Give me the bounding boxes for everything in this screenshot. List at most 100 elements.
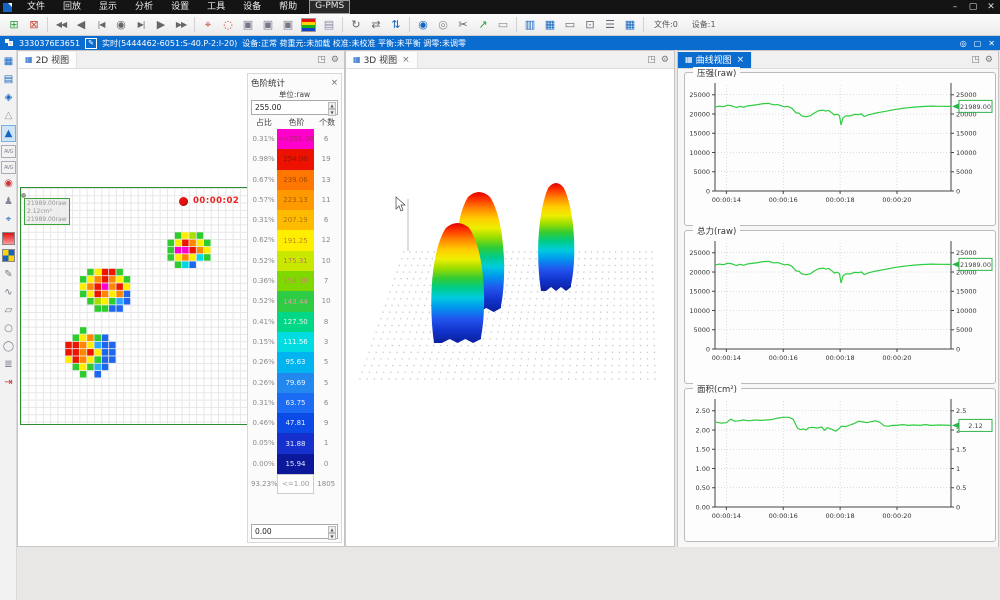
clipboard-icon[interactable]: ▤ <box>319 16 339 34</box>
scissors-icon[interactable]: ✂ <box>453 16 473 34</box>
level-color-cell: 143.44 <box>277 291 315 311</box>
spin-up-icon[interactable]: ▲ <box>328 526 336 533</box>
cone-3d-icon[interactable]: ▲ <box>1 125 16 142</box>
skip-end-icon[interactable]: ▶| <box>131 16 151 34</box>
close-icon[interactable]: × <box>331 78 338 88</box>
avg-range-icon[interactable]: AVG <box>1 161 16 174</box>
chart-groupbox: 压强(raw)005000500010000100001500015000200… <box>684 72 996 226</box>
circle-tool-icon[interactable]: ○ <box>1 320 16 337</box>
platform-icon[interactable]: ≣ <box>1 356 16 373</box>
tab-curve-view[interactable]: ▦ 曲线视图 × <box>678 52 752 68</box>
screen-3-icon[interactable]: ▣ <box>278 16 298 34</box>
target-gray-icon[interactable]: ◎ <box>433 16 453 34</box>
spin-up-icon[interactable]: ▲ <box>328 102 336 109</box>
svg-text:00:00:20: 00:00:20 <box>882 354 911 362</box>
skip-start-icon[interactable]: |◀ <box>91 16 111 34</box>
color-level-row: 0.31%207.196 <box>251 210 338 230</box>
gradient-scale-icon[interactable] <box>2 232 15 245</box>
pencil-icon[interactable]: ✎ <box>1 266 16 283</box>
tab-close-icon[interactable]: × <box>737 55 745 65</box>
window-close-icon[interactable]: ✕ <box>982 0 1000 14</box>
list-view-icon[interactable]: ☰ <box>600 16 620 34</box>
chart-title: 总力(raw) <box>693 225 740 237</box>
edit-icon[interactable]: ✎ <box>85 38 97 49</box>
posture-icon[interactable]: ♟ <box>1 193 16 210</box>
level-color-cell: 239.06 <box>277 170 315 190</box>
export-view-icon[interactable]: ⇥ <box>1 374 16 391</box>
loop-icon[interactable]: ◌ <box>218 16 238 34</box>
monitor-icon[interactable]: ⊡ <box>580 16 600 34</box>
target-blue-icon[interactable]: ◉ <box>413 16 433 34</box>
gear-icon[interactable]: ⚙ <box>661 55 669 65</box>
tab-3d-view[interactable]: ▦ 3D 视图 × <box>346 52 418 68</box>
probe-pin-icon[interactable]: ⌖ <box>1 211 16 228</box>
color-level-row: 0.26%79.695 <box>251 373 338 393</box>
expand-icon[interactable]: ◳ <box>971 55 980 65</box>
window-controls: –▢✕ <box>946 0 1000 14</box>
polyline-icon[interactable]: ∿ <box>1 284 16 301</box>
colorbar-icon[interactable] <box>301 18 316 32</box>
window-minimize-icon[interactable]: – <box>946 0 964 14</box>
chart-current-value: 21989.00 <box>960 103 991 111</box>
layout-windows-icon[interactable]: ▦ <box>1 53 16 70</box>
pin-icon[interactable]: ⌖ <box>198 16 218 34</box>
expand-icon[interactable]: ◳ <box>647 55 656 65</box>
max-level-spinner[interactable]: 255.00 ▲▼ <box>251 100 338 115</box>
record-target-icon[interactable]: ◉ <box>1 175 16 192</box>
tab-2d-view[interactable]: ▦ 2D 视图 <box>18 52 77 68</box>
level-color-cell: 15.94 <box>277 454 315 474</box>
layers-icon[interactable]: ▤ <box>1 71 16 88</box>
dock-maximize-icon[interactable]: ▢ <box>974 39 982 48</box>
close-view-icon[interactable]: ⊠ <box>24 16 44 34</box>
palette-grid-icon[interactable] <box>2 249 15 262</box>
menu-gpms[interactable]: G-PMS <box>309 0 350 14</box>
refresh-icon[interactable]: ↻ <box>346 16 366 34</box>
menu-tools[interactable]: 工具 <box>198 0 234 14</box>
menu-device[interactable]: 设备 <box>234 0 270 14</box>
layout-grid-icon[interactable]: ▦ <box>540 16 560 34</box>
export-icon[interactable]: ↗ <box>473 16 493 34</box>
spin-down-icon[interactable]: ▼ <box>328 533 336 540</box>
ellipse-tool-icon[interactable]: ◯ <box>1 338 16 355</box>
pressure-heatmap[interactable]: 21989.00raw 2.12cm² 21989.00raw 00:00:02 <box>20 187 250 425</box>
color-level-row: 93.23%<=1.001805 <box>251 474 338 494</box>
menu-analysis[interactable]: 分析 <box>126 0 162 14</box>
menu-settings[interactable]: 设置 <box>162 0 198 14</box>
gear-icon[interactable]: ⚙ <box>985 55 993 65</box>
tab-close-icon[interactable]: × <box>402 55 410 65</box>
expand-icon[interactable]: ◳ <box>317 55 326 65</box>
add-view-icon[interactable]: ⊞ <box>4 16 24 34</box>
avg-frame-icon[interactable]: AVG <box>1 145 16 158</box>
step-backward-icon[interactable]: ◀ <box>71 16 91 34</box>
dock-close-icon[interactable]: ✕ <box>988 39 995 48</box>
menu-help[interactable]: 帮助 <box>270 0 306 14</box>
fast-backward-icon[interactable]: ◀◀ <box>51 16 71 34</box>
dock-float-icon[interactable]: ◎ <box>960 39 967 48</box>
level-color-cell: 47.81 <box>277 413 315 433</box>
sensor-node-icon[interactable]: ◈ <box>1 89 16 106</box>
swap-horizontal-icon[interactable]: ⇄ <box>366 16 386 34</box>
level-percent: 0.52% <box>251 251 277 271</box>
menu-display[interactable]: 显示 <box>90 0 126 14</box>
record-stop-icon[interactable]: ◉ <box>111 16 131 34</box>
cone-2d-icon[interactable]: △ <box>1 107 16 124</box>
panel-3d-content[interactable] <box>346 69 674 547</box>
play-icon[interactable]: ▶ <box>151 16 171 34</box>
window-maximize-icon[interactable]: ▢ <box>964 0 982 14</box>
gear-icon[interactable]: ⚙ <box>331 55 339 65</box>
swap-vertical-icon[interactable]: ⇅ <box>386 16 406 34</box>
menu-playback[interactable]: 回放 <box>54 0 90 14</box>
layout-columns-icon[interactable]: ▥ <box>520 16 540 34</box>
screen-2-icon[interactable]: ▣ <box>258 16 278 34</box>
fast-forward-icon[interactable]: ▶▶ <box>171 16 191 34</box>
grid-view-icon[interactable]: ▦ <box>620 16 640 34</box>
spin-down-icon[interactable]: ▼ <box>328 109 336 116</box>
menu-file[interactable]: 文件 <box>18 0 54 14</box>
layout-frame-icon[interactable]: ▭ <box>560 16 580 34</box>
pressure-peak <box>538 183 574 291</box>
polygon-icon[interactable]: ▱ <box>1 302 16 319</box>
screen-1-icon[interactable]: ▣ <box>238 16 258 34</box>
min-level-spinner[interactable]: 0.00 ▲▼ <box>251 524 338 539</box>
frame-select-icon[interactable]: ▭ <box>493 16 513 34</box>
unit-label: 单位:raw <box>251 89 338 100</box>
